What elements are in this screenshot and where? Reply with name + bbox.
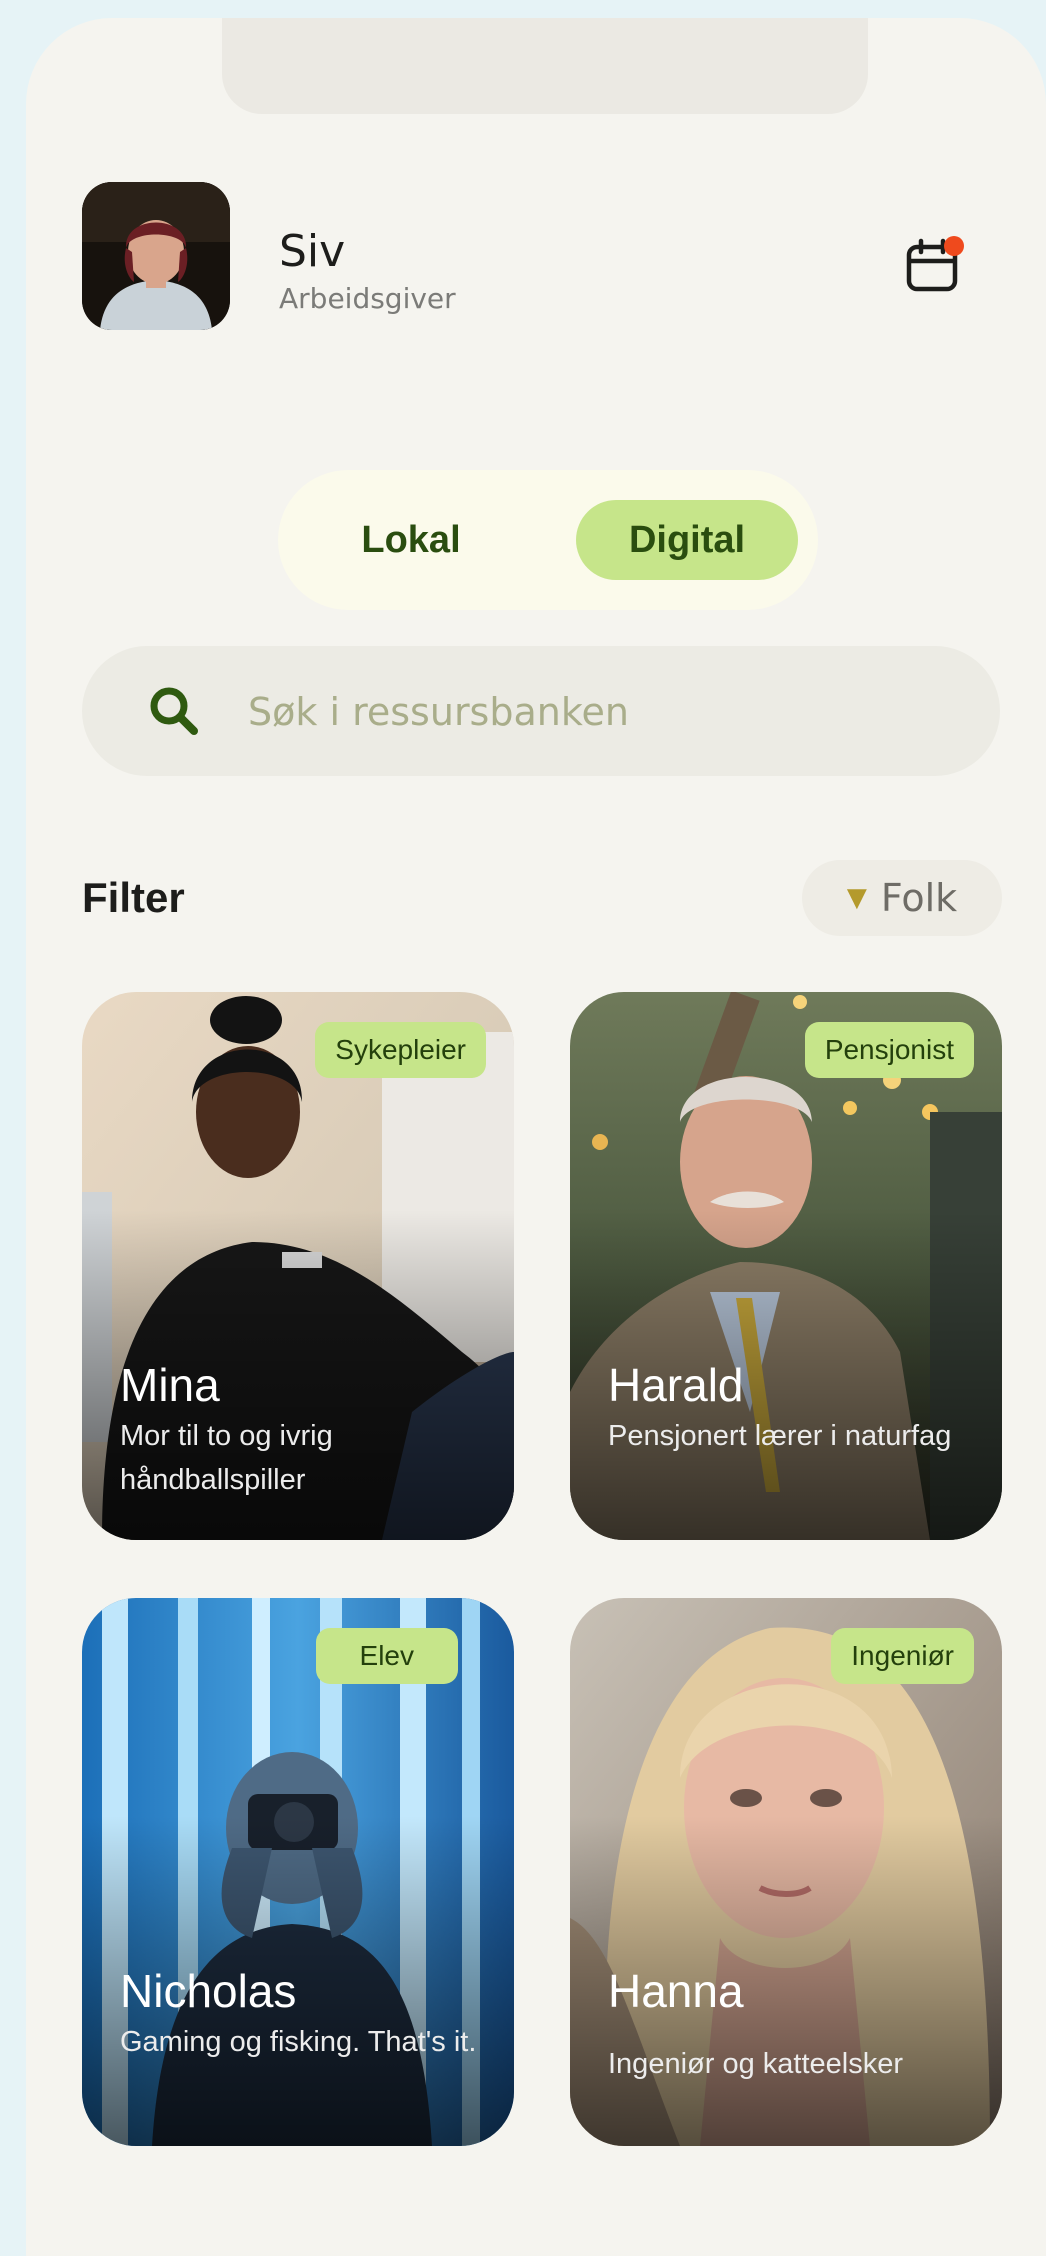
user-role: Arbeidsgiver [279,282,456,315]
caret-down-icon: ▼ [846,883,867,913]
person-card[interactable]: Ingeniør Hanna Ingeniør og katteelsker [570,1598,1002,2146]
role-badge: Pensjonist [804,1022,974,1078]
search-input[interactable] [246,678,950,746]
app-screen: Siv Arbeidsgiver Lokal Digital Filter ▼ … [26,18,1046,2256]
person-name: Nicholas [120,1965,297,2017]
search-bar [82,646,1000,776]
filter-dropdown[interactable]: ▼ Folk [802,860,1002,936]
person-description: Ingeniør og katteelsker [608,2048,903,2080]
person-description: Mor til to og ivrig håndballspiller [120,1420,333,1496]
role-badge: Sykepleier [315,1022,486,1078]
toggle-lokal[interactable]: Lokal [308,500,514,580]
role-badge: Elev [315,1628,458,1684]
person-description: Pensjonert lærer i naturfag [608,1420,952,1452]
mode-toggle: Lokal Digital [278,470,818,610]
person-name: Hanna [608,1965,744,2017]
person-description: Gaming og fisking. That's it. [120,2026,477,2058]
search-icon[interactable] [146,683,202,739]
person-card[interactable]: Sykepleier Mina Mor til to og ivrig hånd… [82,992,514,1540]
avatar[interactable] [82,182,230,330]
filter-selected: Folk [880,876,958,920]
toggle-digital[interactable]: Digital [576,500,798,580]
avatar-image [82,182,230,330]
notification-dot [944,236,964,256]
person-card[interactable]: Elev Nicholas Gaming og fisking. That's … [82,1598,514,2146]
person-card[interactable]: Pensjonist Harald Pensjonert lærer i nat… [570,992,1002,1540]
role-badge: Ingeniør [831,1628,974,1684]
user-name: Siv [279,226,346,277]
person-name: Mina [120,1359,220,1411]
person-name: Harald [608,1359,744,1411]
filter-label: Filter [82,874,185,921]
device-notch [222,18,868,114]
calendar-button[interactable] [896,230,968,302]
